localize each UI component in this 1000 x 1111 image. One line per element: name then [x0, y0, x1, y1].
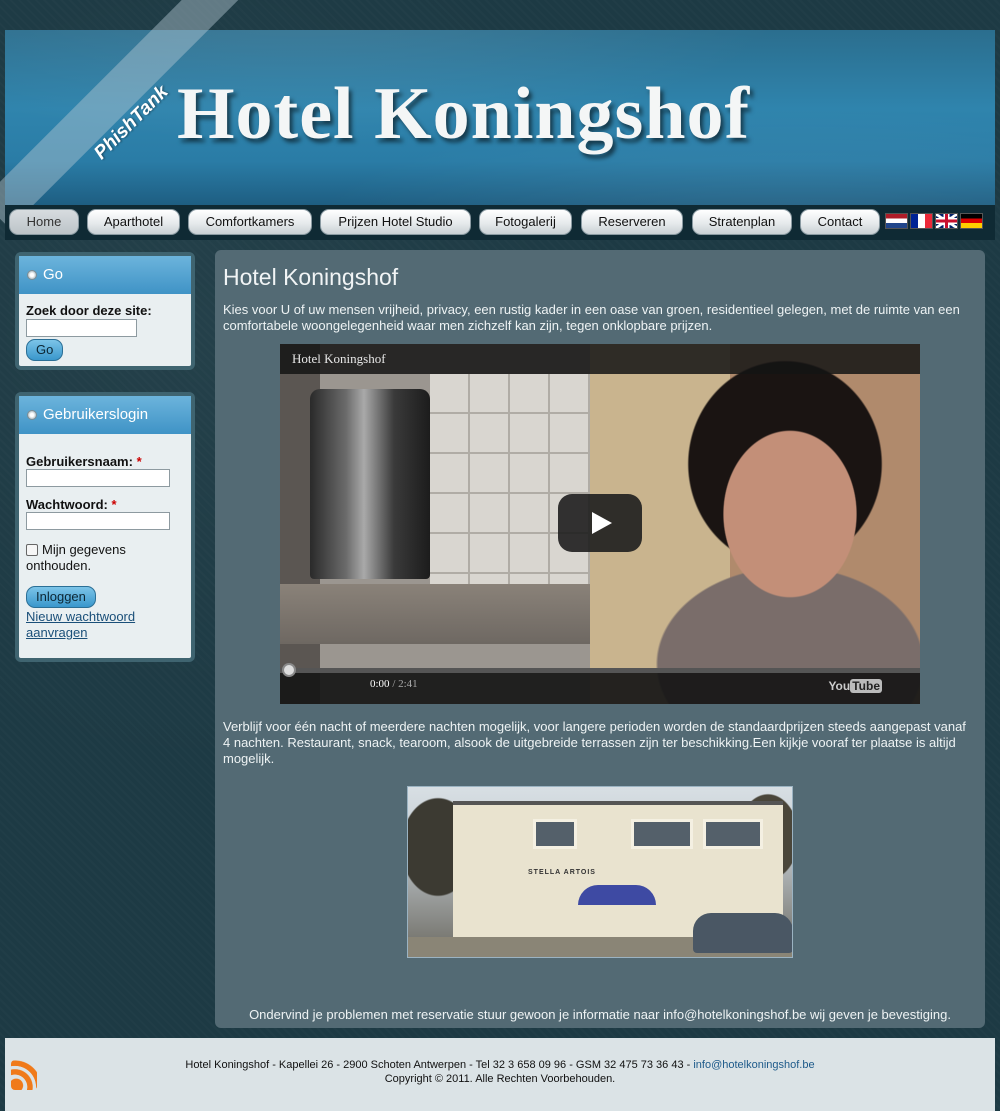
nav-item-stratenplan[interactable]: Stratenplan: [692, 209, 792, 235]
video-duration: / 2:41: [392, 678, 418, 690]
flag-france-icon[interactable]: [910, 213, 933, 229]
required-mark: *: [111, 497, 117, 512]
photo-window: [703, 819, 763, 849]
youtube-logo-tube: Tube: [850, 679, 882, 693]
footer-address: Hotel Koningshof - Kapellei 26 - 2900 Sc…: [185, 1059, 694, 1071]
password-label-text: Wachtwoord:: [26, 497, 108, 512]
bullet-icon: [27, 410, 37, 420]
username-input[interactable]: [26, 469, 170, 487]
video-time: 0:00 / 2:41: [370, 678, 418, 690]
photo-awning: [578, 885, 656, 905]
hotel-photo: STELLA ARTOIS: [407, 786, 793, 958]
footer: Hotel Koningshof - Kapellei 26 - 2900 Sc…: [5, 1038, 995, 1111]
search-module-title: Go: [43, 266, 64, 283]
photo-car: [693, 913, 792, 953]
flag-germany-icon[interactable]: [960, 213, 983, 229]
video-scrubber[interactable]: [282, 663, 296, 677]
photo-window: [533, 819, 577, 849]
video-progress-bar[interactable]: [280, 663, 920, 677]
remember-me-row: Mijn gegevens onthouden.: [26, 542, 184, 574]
video-title[interactable]: Hotel Koningshof: [280, 344, 920, 374]
search-module: Go Zoek door deze site: Go: [15, 252, 195, 370]
video-coffee-machine: [310, 389, 430, 579]
search-label: Zoek door deze site:: [26, 303, 152, 318]
nav-item-prijzen[interactable]: Prijzen Hotel Studio: [320, 209, 471, 235]
nav-item-home[interactable]: Home: [9, 209, 79, 235]
video-tiles: [430, 374, 590, 584]
login-module: Gebruikerslogin Gebruikersnaam: * Wachtw…: [15, 392, 195, 662]
nav-item-contact[interactable]: Contact: [800, 209, 880, 235]
site-title[interactable]: Hotel Koningshof: [177, 72, 750, 157]
search-go-button[interactable]: Go: [26, 339, 64, 361]
login-module-title: Gebruikerslogin: [43, 406, 149, 423]
photo-sign: STELLA ARTOIS: [528, 869, 596, 876]
username-label: Gebruikersnaam: *: [26, 454, 184, 469]
video-current-time: 0:00: [370, 678, 390, 690]
youtube-logo-you: You: [828, 679, 851, 693]
video-player[interactable]: Hotel Koningshof 0:00 / 2:41 You Tube: [280, 344, 920, 704]
stay-paragraph: Verblijf voor één nacht of meerdere nach…: [223, 719, 966, 766]
youtube-logo-icon[interactable]: You Tube: [828, 679, 882, 693]
password-input[interactable]: [26, 512, 170, 530]
main-nav: Home Aparthotel Comfortkamers Prijzen Ho…: [5, 205, 995, 240]
main-content: Hotel Koningshof Kies voor U of uw mense…: [215, 250, 985, 1028]
nav-item-comfortkamers[interactable]: Comfortkamers: [188, 209, 312, 235]
search-module-header: Go: [19, 256, 191, 294]
play-button[interactable]: [558, 494, 642, 552]
remember-me-label: Mijn gegevens onthouden.: [26, 542, 126, 573]
remember-me-checkbox[interactable]: [26, 544, 38, 556]
search-input[interactable]: [26, 319, 137, 337]
required-mark: *: [136, 454, 142, 469]
video-controls: 0:00 / 2:41 You Tube: [280, 663, 920, 704]
page-title: Hotel Koningshof: [223, 264, 399, 290]
footer-text: Hotel Koningshof - Kapellei 26 - 2900 Sc…: [5, 1058, 995, 1086]
nav-item-fotogalerij[interactable]: Fotogalerij: [479, 209, 572, 235]
password-label: Wachtwoord: *: [26, 497, 184, 512]
username-label-text: Gebruikersnaam:: [26, 454, 133, 469]
forgot-password-link[interactable]: Nieuw wachtwoord aanvragen: [26, 609, 135, 640]
footer-email-link[interactable]: info@hotelkoningshof.be: [693, 1059, 814, 1071]
nav-item-reserveren[interactable]: Reserveren: [581, 209, 683, 235]
flag-uk-icon[interactable]: [935, 213, 958, 229]
footer-copyright: Copyright © 2011. Alle Rechten Voorbehou…: [384, 1073, 616, 1085]
video-counter: [280, 584, 590, 644]
login-button[interactable]: Inloggen: [26, 586, 96, 608]
intro-paragraph: Kies voor U of uw mensen vrijheid, priva…: [223, 302, 960, 333]
photo-window: [631, 819, 693, 849]
login-module-header: Gebruikerslogin: [19, 396, 191, 434]
bullet-icon: [27, 270, 37, 280]
contact-paragraph: Ondervind je problemen met reservatie st…: [249, 1007, 951, 1022]
nav-item-aparthotel[interactable]: Aparthotel: [87, 209, 180, 235]
flag-netherlands-icon[interactable]: [885, 213, 908, 229]
